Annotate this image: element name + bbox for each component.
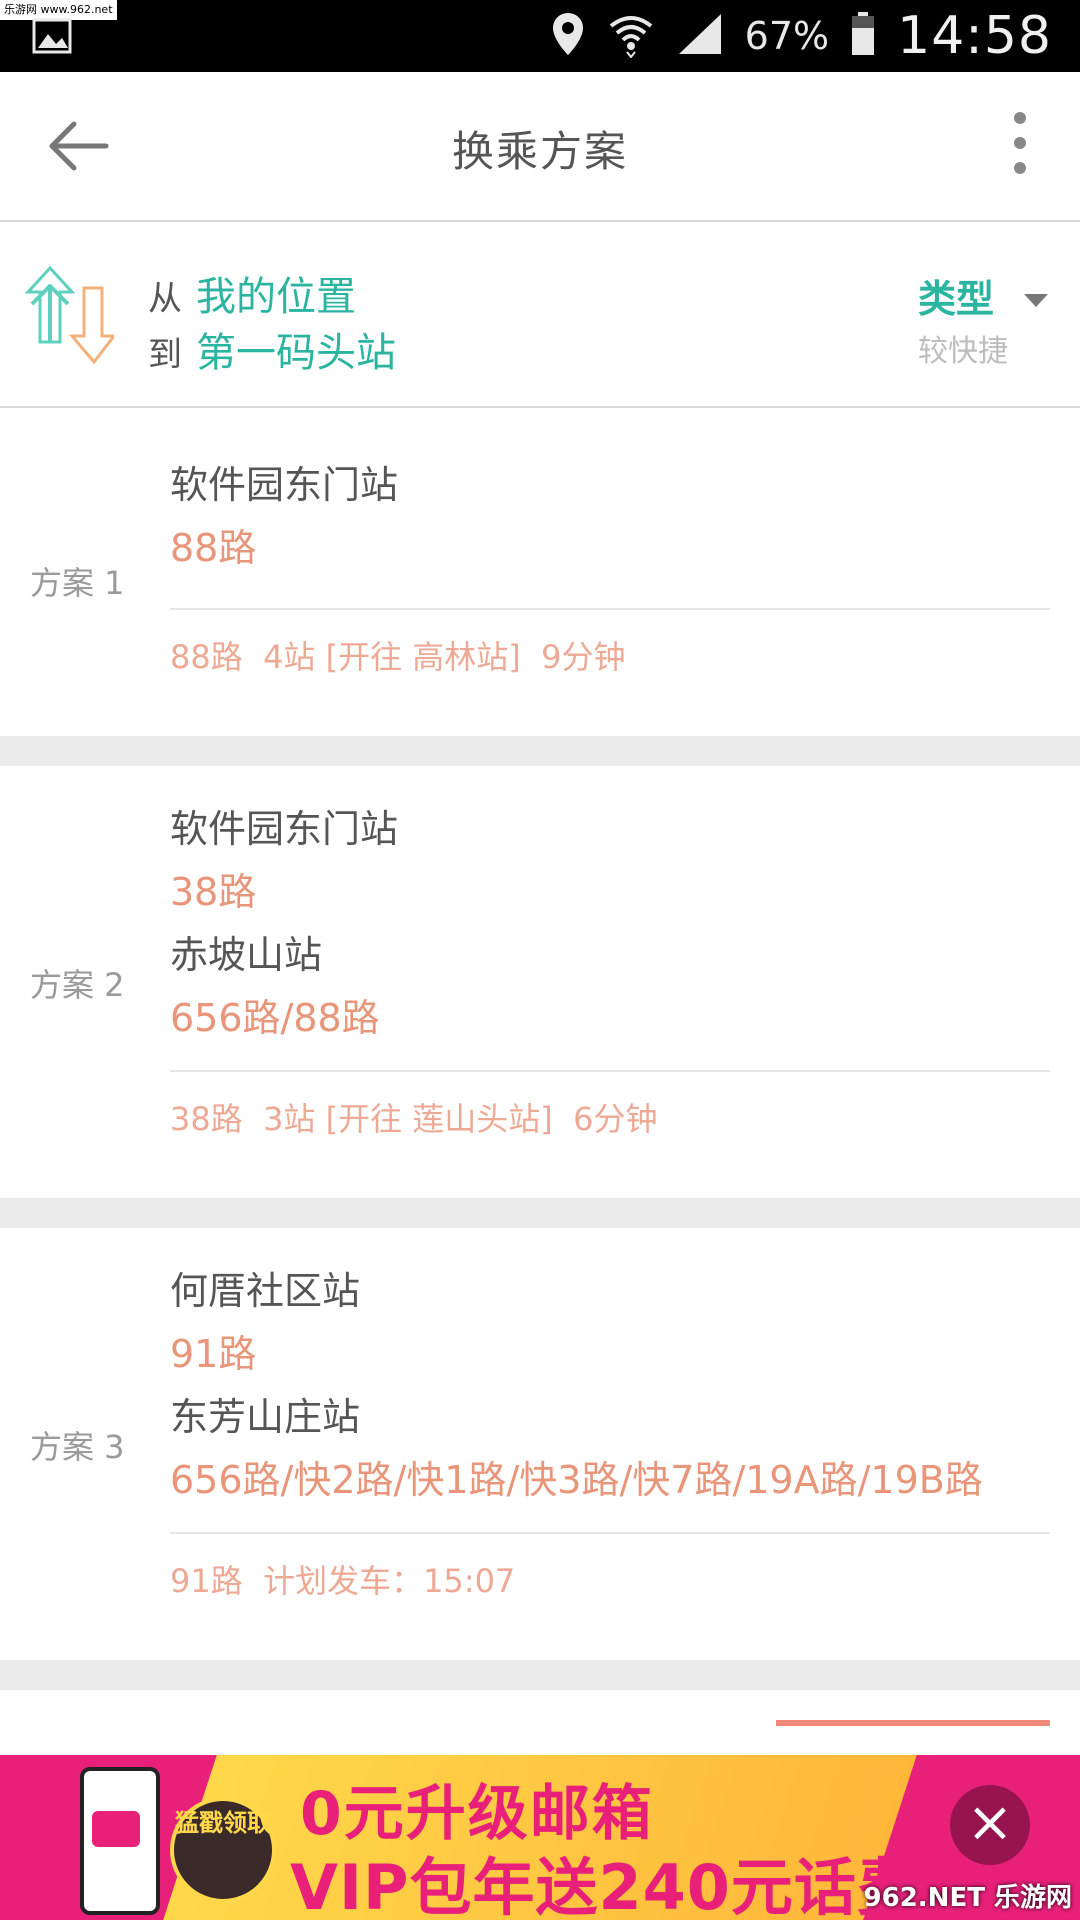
bus-lines: 38路 — [170, 870, 257, 914]
route-header: 从我的位置 到第一码头站 类型 较快捷 — [0, 222, 1080, 408]
plan-label: 方案 1 — [30, 564, 125, 602]
toolbar: 换乘方案 — [0, 72, 1080, 222]
status-bar: 乐游网 www.962.net 67% 14:58 — [0, 0, 1080, 72]
clock: 14:58 — [897, 6, 1052, 66]
bus-lines: 88路 — [170, 526, 257, 570]
transfer-stop: 东芳山庄站 — [170, 1395, 361, 1439]
divider — [170, 1070, 1050, 1072]
route-to[interactable]: 到第一码头站 — [148, 320, 396, 378]
plan-segments: 软件园东门站 88路 — [170, 454, 1050, 580]
ad-seal: 猛戳领取 — [170, 1797, 276, 1903]
plan-card-2[interactable]: 方案 2 软件园东门站 38路 赤坡山站 656路/88路 38路 3站 [开往… — [0, 766, 1080, 1198]
more-options-button[interactable] — [1008, 112, 1032, 180]
mail-icon — [92, 1811, 140, 1847]
plan-summary: 91路 计划发车：15:07 — [170, 1562, 516, 1600]
gallery-notification-icon — [32, 18, 72, 58]
plan-label: 方案 2 — [30, 966, 125, 1004]
separator — [0, 736, 1080, 766]
from-location: 我的位置 — [196, 274, 356, 320]
ad-banner[interactable]: 猛戳领取 0元升级邮箱 VIP包年送240元话费 × 962.NET 乐游网 — [0, 1755, 1080, 1920]
plan-list: 方案 1 软件园东门站 88路 88路 4站 [开往 高林站] 9分钟 方案 2… — [0, 408, 1080, 1690]
plan-summary: 88路 4站 [开往 高林站] 9分钟 — [170, 638, 626, 676]
to-location: 第一码头站 — [196, 330, 396, 376]
boarding-stop: 软件园东门站 — [170, 463, 399, 507]
from-prefix: 从 — [148, 279, 182, 319]
bus-lines: 91路 — [170, 1332, 257, 1376]
plan-summary: 38路 3站 [开往 莲山头站] 6分钟 — [170, 1100, 658, 1138]
signal-icon — [677, 12, 723, 60]
wifi-icon — [607, 10, 655, 62]
location-icon — [551, 11, 585, 61]
bus-lines: 656路/88路 — [170, 996, 380, 1040]
plan-card-1[interactable]: 方案 1 软件园东门站 88路 88路 4站 [开往 高林站] 9分钟 — [0, 408, 1080, 736]
plan-segments: 软件园东门站 38路 赤坡山站 656路/88路 — [170, 798, 1050, 1050]
scroll-indicator — [776, 1720, 1050, 1726]
divider — [170, 608, 1050, 610]
plan-card-3[interactable]: 方案 3 何厝社区站 91路 东芳山庄站 656路/快2路/快1路/快3路/快7… — [0, 1228, 1080, 1660]
type-label: 类型 — [917, 277, 994, 321]
separator — [0, 1198, 1080, 1228]
page-title: 换乘方案 — [451, 127, 628, 176]
separator — [0, 1660, 1080, 1690]
type-value: 较快捷 — [918, 334, 1008, 369]
ad-watermark: 962.NET 乐游网 — [863, 1883, 1072, 1913]
battery-icon — [851, 12, 875, 60]
close-icon[interactable]: × — [950, 1785, 1030, 1865]
bus-lines: 656路/快2路/快1路/快3路/快7路/19A路/19B路 — [170, 1458, 983, 1502]
divider — [170, 1532, 1050, 1534]
battery-percent: 67% — [744, 14, 830, 58]
swap-route-icon[interactable] — [24, 262, 118, 372]
ad-subline: VIP包年送240元话费 — [290, 1851, 920, 1920]
watermark-text: 乐游网 www.962.net — [0, 0, 117, 20]
to-prefix: 到 — [148, 335, 182, 375]
plan-segments: 何厝社区站 91路 东芳山庄站 656路/快2路/快1路/快3路/快7路/19A… — [170, 1260, 1050, 1512]
transfer-stop: 赤坡山站 — [170, 933, 323, 977]
phone-illustration-icon — [80, 1767, 160, 1915]
chevron-down-icon — [1024, 294, 1048, 307]
plan-label: 方案 3 — [30, 1428, 125, 1466]
boarding-stop: 软件园东门站 — [170, 807, 399, 851]
boarding-stop: 何厝社区站 — [170, 1269, 361, 1313]
route-from[interactable]: 从我的位置 — [148, 264, 356, 322]
